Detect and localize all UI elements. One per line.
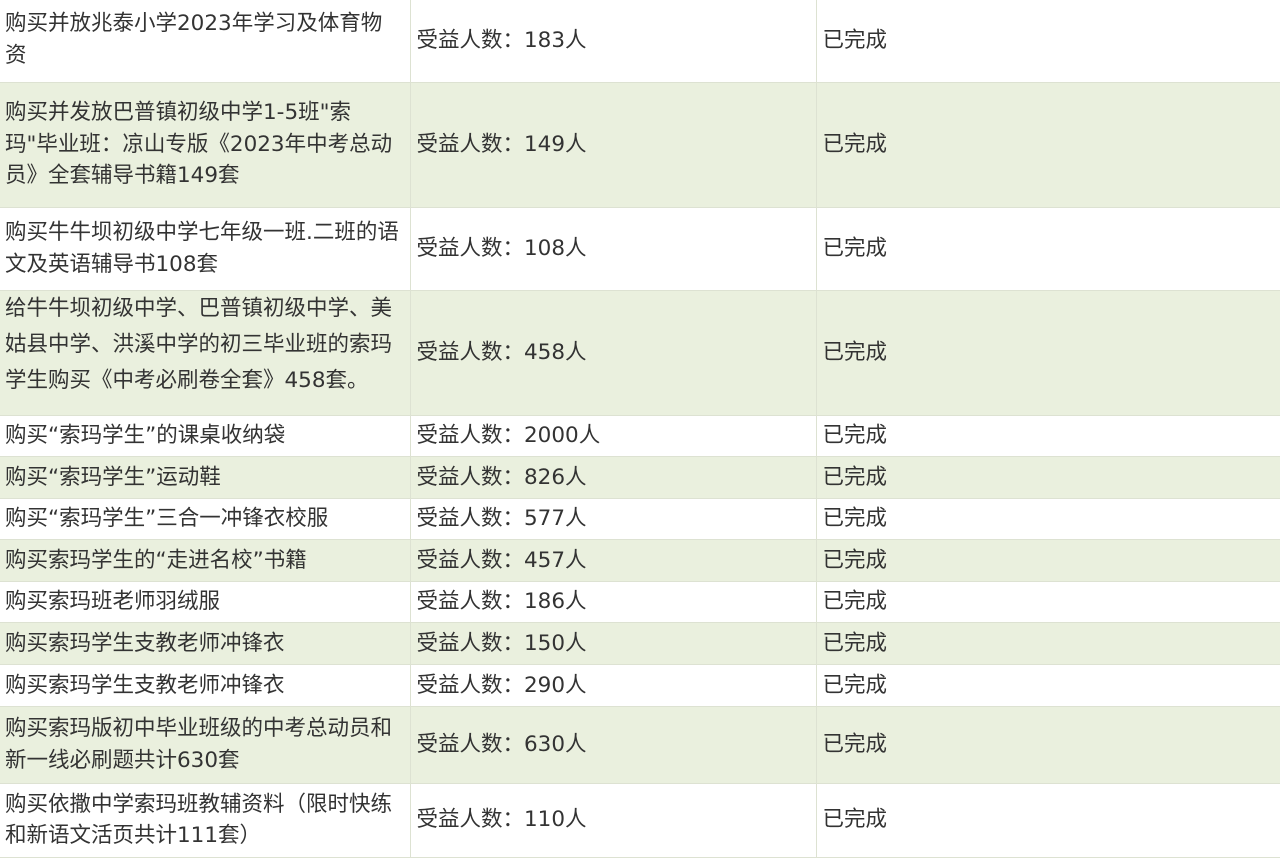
table-row: 购买并发放巴普镇初级中学1-5班"索玛"毕业班：凉山专版《2023年中考总动员》… xyxy=(0,82,1280,208)
item-cell: 购买索玛学生支教老师冲锋衣 xyxy=(0,664,411,707)
beneficiaries-cell: 受益人数：149人 xyxy=(410,82,817,208)
beneficiaries-cell: 受益人数：457人 xyxy=(410,539,817,582)
status-cell: 已完成 xyxy=(816,706,1280,784)
table-row: 购买并放兆泰小学2023年学习及体育物资 受益人数：183人 已完成 xyxy=(0,0,1280,83)
status-cell: 已完成 xyxy=(816,415,1280,458)
item-cell: 购买依撒中学索玛班教辅资料（限时快练和新语文活页共计111套） xyxy=(0,783,411,858)
status-cell: 已完成 xyxy=(816,290,1280,416)
item-cell: 购买索玛版初中毕业班级的中考总动员和新一线必刷题共计630套 xyxy=(0,706,411,784)
table-row: 购买索玛班老师羽绒服 受益人数：186人 已完成 xyxy=(0,581,1280,624)
item-cell: 购买索玛学生支教老师冲锋衣 xyxy=(0,622,411,666)
item-cell: 给牛牛坝初级中学、巴普镇初级中学、美姑县中学、洪溪中学的初三毕业班的索玛学生购买… xyxy=(0,290,411,416)
project-table: 购买并放兆泰小学2023年学习及体育物资 受益人数：183人 已完成 购买并发放… xyxy=(0,0,1280,858)
status-cell: 已完成 xyxy=(816,498,1280,541)
status-cell: 已完成 xyxy=(816,0,1280,83)
table-row: 购买“索玛学生”的课桌收纳袋 受益人数：2000人 已完成 xyxy=(0,415,1280,458)
beneficiaries-cell: 受益人数：290人 xyxy=(410,664,817,707)
item-cell: 购买索玛学生的“走进名校”书籍 xyxy=(0,539,411,582)
item-cell: 购买并放兆泰小学2023年学习及体育物资 xyxy=(0,0,411,83)
item-cell: 购买“索玛学生”运动鞋 xyxy=(0,456,411,499)
table-row: 购买索玛学生支教老师冲锋衣 受益人数：290人 已完成 xyxy=(0,664,1280,707)
item-cell: 购买“索玛学生”三合一冲锋衣校服 xyxy=(0,498,411,541)
item-cell: 购买并发放巴普镇初级中学1-5班"索玛"毕业班：凉山专版《2023年中考总动员》… xyxy=(0,82,411,208)
table-row: 购买索玛学生支教老师冲锋衣 受益人数：150人 已完成 xyxy=(0,622,1280,666)
status-cell: 已完成 xyxy=(816,622,1280,666)
table-row: 购买“索玛学生”三合一冲锋衣校服 受益人数：577人 已完成 xyxy=(0,498,1280,541)
item-cell: 购买索玛班老师羽绒服 xyxy=(0,581,411,624)
table-row: 给牛牛坝初级中学、巴普镇初级中学、美姑县中学、洪溪中学的初三毕业班的索玛学生购买… xyxy=(0,290,1280,416)
table-row: 购买索玛版初中毕业班级的中考总动员和新一线必刷题共计630套 受益人数：630人… xyxy=(0,706,1280,784)
beneficiaries-cell: 受益人数：2000人 xyxy=(410,415,817,458)
beneficiaries-cell: 受益人数：183人 xyxy=(410,0,817,83)
status-cell: 已完成 xyxy=(816,783,1280,858)
beneficiaries-cell: 受益人数：826人 xyxy=(410,456,817,499)
item-cell: 购买牛牛坝初级中学七年级一班.二班的语文及英语辅导书108套 xyxy=(0,207,411,291)
table-row: 购买索玛学生的“走进名校”书籍 受益人数：457人 已完成 xyxy=(0,539,1280,582)
table-row: 购买依撒中学索玛班教辅资料（限时快练和新语文活页共计111套） 受益人数：110… xyxy=(0,783,1280,858)
beneficiaries-cell: 受益人数：186人 xyxy=(410,581,817,624)
beneficiaries-cell: 受益人数：108人 xyxy=(410,207,817,291)
beneficiaries-cell: 受益人数：110人 xyxy=(410,783,817,858)
status-cell: 已完成 xyxy=(816,664,1280,707)
status-cell: 已完成 xyxy=(816,539,1280,582)
item-cell: 购买“索玛学生”的课桌收纳袋 xyxy=(0,415,411,458)
beneficiaries-cell: 受益人数：577人 xyxy=(410,498,817,541)
table-row: 购买“索玛学生”运动鞋 受益人数：826人 已完成 xyxy=(0,456,1280,499)
table-row: 购买牛牛坝初级中学七年级一班.二班的语文及英语辅导书108套 受益人数：108人… xyxy=(0,207,1280,291)
beneficiaries-cell: 受益人数：458人 xyxy=(410,290,817,416)
status-cell: 已完成 xyxy=(816,207,1280,291)
status-cell: 已完成 xyxy=(816,581,1280,624)
beneficiaries-cell: 受益人数：630人 xyxy=(410,706,817,784)
beneficiaries-cell: 受益人数：150人 xyxy=(410,622,817,666)
status-cell: 已完成 xyxy=(816,82,1280,208)
status-cell: 已完成 xyxy=(816,456,1280,499)
